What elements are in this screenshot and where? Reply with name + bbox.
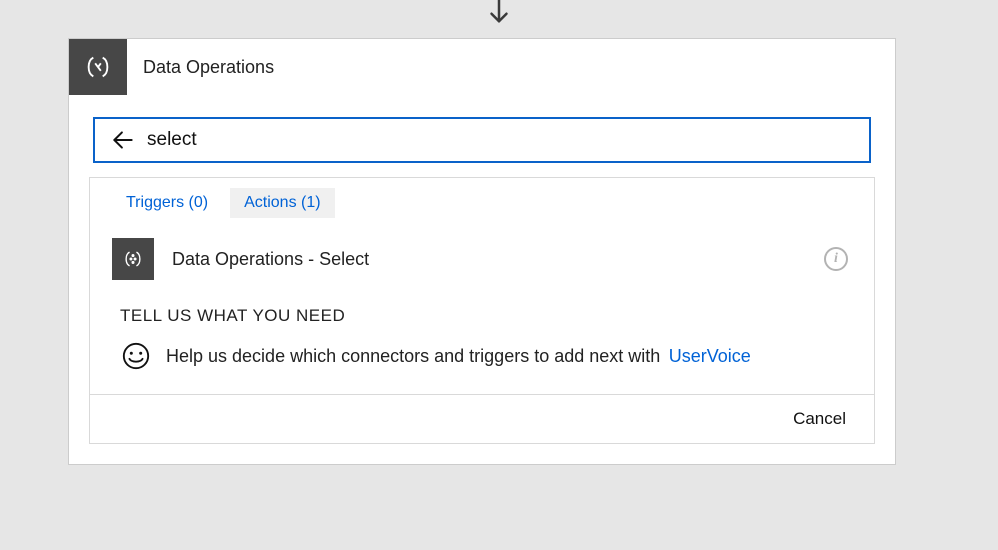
results-panel: Triggers (0) Actions (1) Data Operations… (89, 177, 875, 444)
tabs: Triggers (0) Actions (1) (90, 178, 874, 224)
smiley-icon (120, 340, 152, 372)
tab-actions[interactable]: Actions (1) (230, 188, 334, 218)
cancel-button[interactable]: Cancel (793, 409, 846, 429)
back-arrow-icon[interactable] (109, 126, 137, 154)
action-picker-card: Data Operations Triggers (0) Actions (1) (68, 38, 896, 465)
card-header: Data Operations (69, 39, 895, 95)
footer: Cancel (90, 394, 874, 443)
flow-insert-arrow-icon[interactable] (484, 0, 514, 35)
result-title: Data Operations - Select (172, 249, 824, 270)
search-input[interactable] (137, 119, 863, 161)
data-operations-icon (112, 238, 154, 280)
tab-triggers[interactable]: Triggers (0) (112, 188, 222, 218)
feedback-section: TELL US WHAT YOU NEED Help us decide whi… (90, 294, 874, 394)
result-item[interactable]: Data Operations - Select i (90, 224, 874, 294)
info-icon[interactable]: i (824, 247, 848, 271)
feedback-text: Help us decide which connectors and trig… (166, 346, 660, 366)
card-title: Data Operations (127, 57, 274, 78)
uservoice-link[interactable]: UserVoice (669, 346, 751, 366)
feedback-text-line: Help us decide which connectors and trig… (166, 346, 751, 367)
feedback-heading: TELL US WHAT YOU NEED (120, 306, 852, 326)
search-field-wrapper (93, 117, 871, 163)
data-operations-icon (69, 39, 127, 95)
